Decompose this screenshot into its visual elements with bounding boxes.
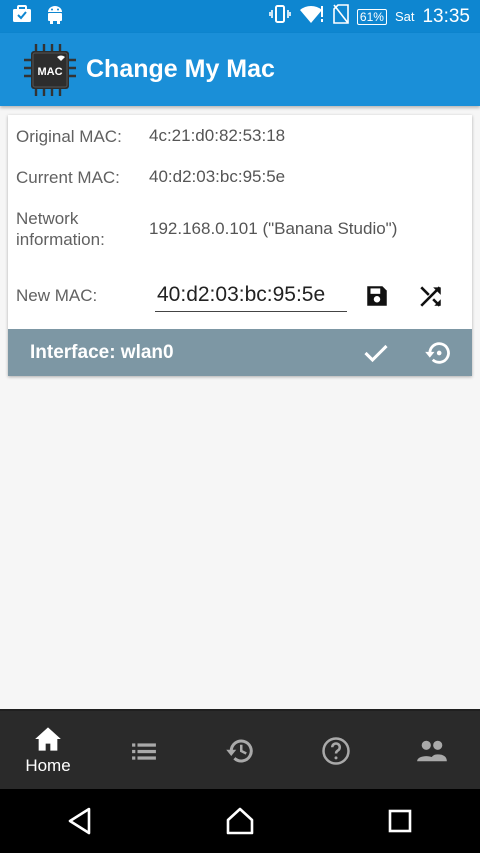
system-back-button[interactable] [50,796,110,846]
nav-home-label: Home [25,756,71,775]
restore-button[interactable] [421,336,455,370]
list-icon [132,743,156,760]
app-bar: MAC Change My Mac [0,33,480,106]
mac-info-card: Original MAC: 4c:21:d0:82:53:18 Current … [8,115,472,376]
status-bar: 61% Sat 13:35 [0,0,480,33]
restore-icon [425,342,450,364]
nav-people[interactable] [384,711,480,791]
back-icon [68,807,91,835]
status-day: Sat [394,9,415,24]
wifi-icon [299,4,325,30]
no-sim-icon [333,3,349,30]
interface-bar: Interface: wlan0 [8,329,472,376]
status-time: 13:35 [422,5,470,27]
app-title: Change My Mac [86,55,275,83]
save-icon [367,286,387,306]
randomize-button[interactable] [414,279,448,313]
android-icon [46,4,64,29]
network-info-row: Network information: 192.168.0.101 ("Ban… [16,207,464,251]
original-mac-row: Original MAC: 4c:21:d0:82:53:18 [16,124,464,148]
current-mac-value: 40:d2:03:bc:95:5e [149,167,286,186]
network-info-label: Network information: [16,209,105,249]
new-mac-input[interactable] [155,279,347,312]
system-home-icon [226,807,254,835]
checkmark-icon [364,344,388,363]
original-mac-label: Original MAC: [16,126,122,146]
briefcase-icon [12,5,32,28]
help-icon [322,737,350,765]
new-mac-label: New MAC: [16,285,98,305]
nav-help[interactable] [288,711,384,791]
battery-indicator: 61% [356,8,387,25]
shuffle-icon [420,286,441,307]
nav-history[interactable] [192,711,288,791]
system-recents-button[interactable] [370,796,430,846]
nav-list[interactable] [96,711,192,791]
nav-home[interactable]: Home [0,711,96,791]
home-icon [35,727,61,751]
current-mac-label: Current MAC: [16,167,120,187]
system-home-button[interactable] [210,796,270,846]
current-mac-row: Current MAC: 40:d2:03:bc:95:5e [16,165,464,189]
app-logo: MAC [20,40,80,100]
save-button[interactable] [360,279,394,313]
vibrate-icon [269,4,291,29]
history-icon [226,739,253,763]
network-info-value: 192.168.0.101 ("Banana Studio") [149,219,398,238]
original-mac-value: 4c:21:d0:82:53:18 [149,126,286,145]
recents-icon [388,809,412,833]
system-navigation-bar [0,789,480,853]
apply-button[interactable] [359,336,393,370]
interface-label: Interface: wlan0 [30,341,174,363]
people-icon [417,740,447,762]
bottom-navigation: Home [0,709,480,791]
logo-text: MAC [37,66,62,78]
